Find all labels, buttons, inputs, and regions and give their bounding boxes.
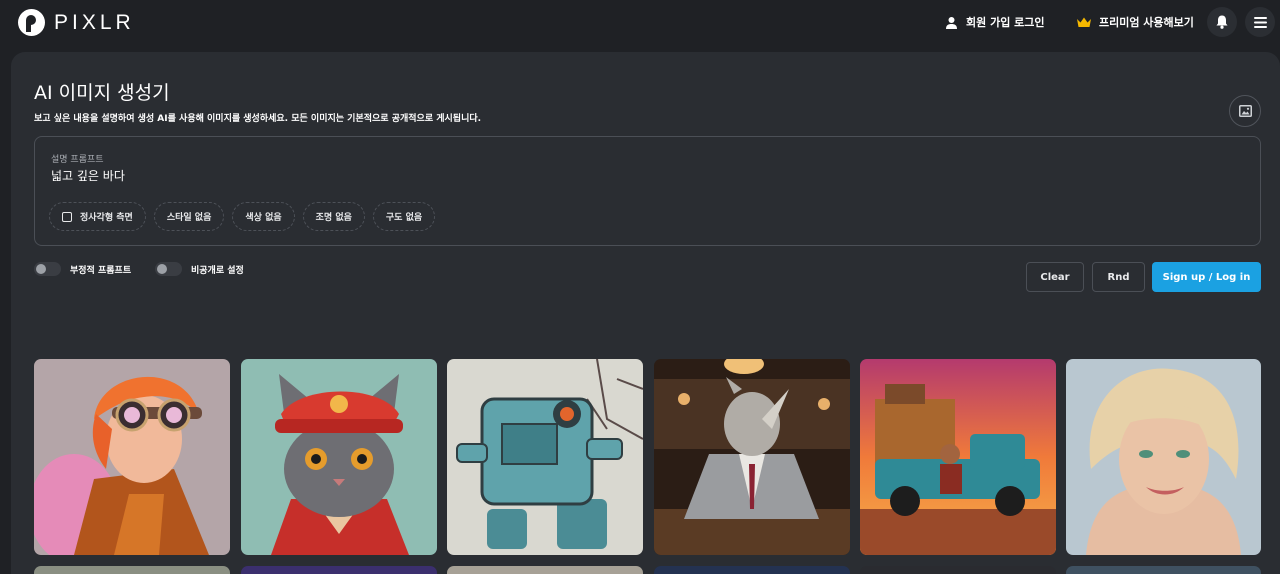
- gallery-image-truck-sunset[interactable]: [860, 359, 1056, 555]
- gallery-image-row2-5[interactable]: [860, 566, 1056, 574]
- top-navigation: PIXLR 회원 가입 로그인 프리미엄 사용해보기: [0, 0, 1280, 50]
- random-button[interactable]: Rnd: [1092, 262, 1145, 292]
- gallery-image-row2-1[interactable]: [34, 566, 230, 574]
- premium-label: 프리미엄 사용해보기: [1099, 16, 1194, 29]
- cat-red-hat-artwork: [241, 359, 437, 555]
- gallery-image-robot[interactable]: [447, 359, 643, 555]
- composition-chip[interactable]: 구도 없음: [372, 202, 436, 231]
- page-subtitle: 보고 싶은 내용을 설명하여 생성 AI를 사용해 이미지를 생성하세요. 모든…: [34, 114, 482, 124]
- pixlr-logo[interactable]: PIXLR: [18, 9, 135, 36]
- gallery-image-row2-3[interactable]: [447, 566, 643, 574]
- negative-prompt-switch[interactable]: [34, 262, 61, 276]
- gallery-image-punk-redhead[interactable]: [34, 359, 230, 555]
- option-chips: 정사각형 측면 스타일 없음 색상 없음 조명 없음 구도 없음: [49, 202, 436, 231]
- gallery-image-row2-6[interactable]: [1066, 566, 1261, 574]
- pixlr-logo-icon: [18, 9, 45, 36]
- image-icon: [1238, 105, 1252, 117]
- truck-sunset-artwork: [860, 359, 1056, 555]
- premium-trial-link[interactable]: 프리미엄 사용해보기: [1077, 14, 1194, 30]
- signup-login-label: 회원 가입 로그인: [966, 16, 1045, 29]
- crown-icon: [1077, 17, 1091, 27]
- blonde-woman-artwork: [1066, 359, 1261, 555]
- gallery-image-blonde-woman[interactable]: [1066, 359, 1261, 555]
- negative-prompt-toggle[interactable]: 부정적 프롬프트: [34, 262, 131, 276]
- notifications-button[interactable]: [1207, 7, 1237, 37]
- gallery-image-row2-2[interactable]: [241, 566, 437, 574]
- gallery-image-cat-red-hat[interactable]: [241, 359, 437, 555]
- robot-artwork: [447, 359, 643, 555]
- aspect-ratio-chip[interactable]: 정사각형 측면: [49, 202, 146, 231]
- lighting-chip[interactable]: 조명 없음: [302, 202, 365, 231]
- prompt-input[interactable]: 넓고 깊은 바다: [51, 167, 125, 184]
- signup-login-link[interactable]: 회원 가입 로그인: [945, 14, 1045, 30]
- hamburger-icon: [1253, 16, 1267, 28]
- color-chip[interactable]: 색상 없음: [232, 202, 295, 231]
- square-icon: [62, 211, 72, 222]
- user-icon: [946, 16, 957, 29]
- private-switch[interactable]: [155, 262, 182, 276]
- signup-login-button[interactable]: Sign up / Log in: [1152, 262, 1261, 292]
- bell-icon: [1216, 15, 1228, 29]
- private-toggle[interactable]: 비공개로 설정: [155, 262, 244, 276]
- style-chip[interactable]: 스타일 없음: [153, 202, 225, 231]
- logo-text: PIXLR: [54, 10, 135, 34]
- punk-redhead-artwork: [34, 359, 230, 555]
- rhino-bar-artwork: [654, 359, 850, 555]
- negative-prompt-label: 부정적 프롬프트: [70, 265, 132, 276]
- prompt-label: 설명 프롬프트: [51, 155, 104, 165]
- page-title: AI 이미지 생성기: [34, 82, 170, 104]
- private-label: 비공개로 설정: [191, 265, 244, 276]
- clear-button[interactable]: Clear: [1026, 262, 1084, 292]
- aspect-ratio-label: 정사각형 측면: [80, 213, 133, 223]
- gallery-image-row2-4[interactable]: [654, 566, 850, 574]
- image-reference-button[interactable]: [1229, 95, 1261, 127]
- menu-button[interactable]: [1245, 7, 1275, 37]
- prompt-field[interactable]: 설명 프롬프트 넓고 깊은 바다 정사각형 측면 스타일 없음 색상 없음 조명…: [34, 136, 1261, 246]
- gallery-image-rhino-bar[interactable]: [654, 359, 850, 555]
